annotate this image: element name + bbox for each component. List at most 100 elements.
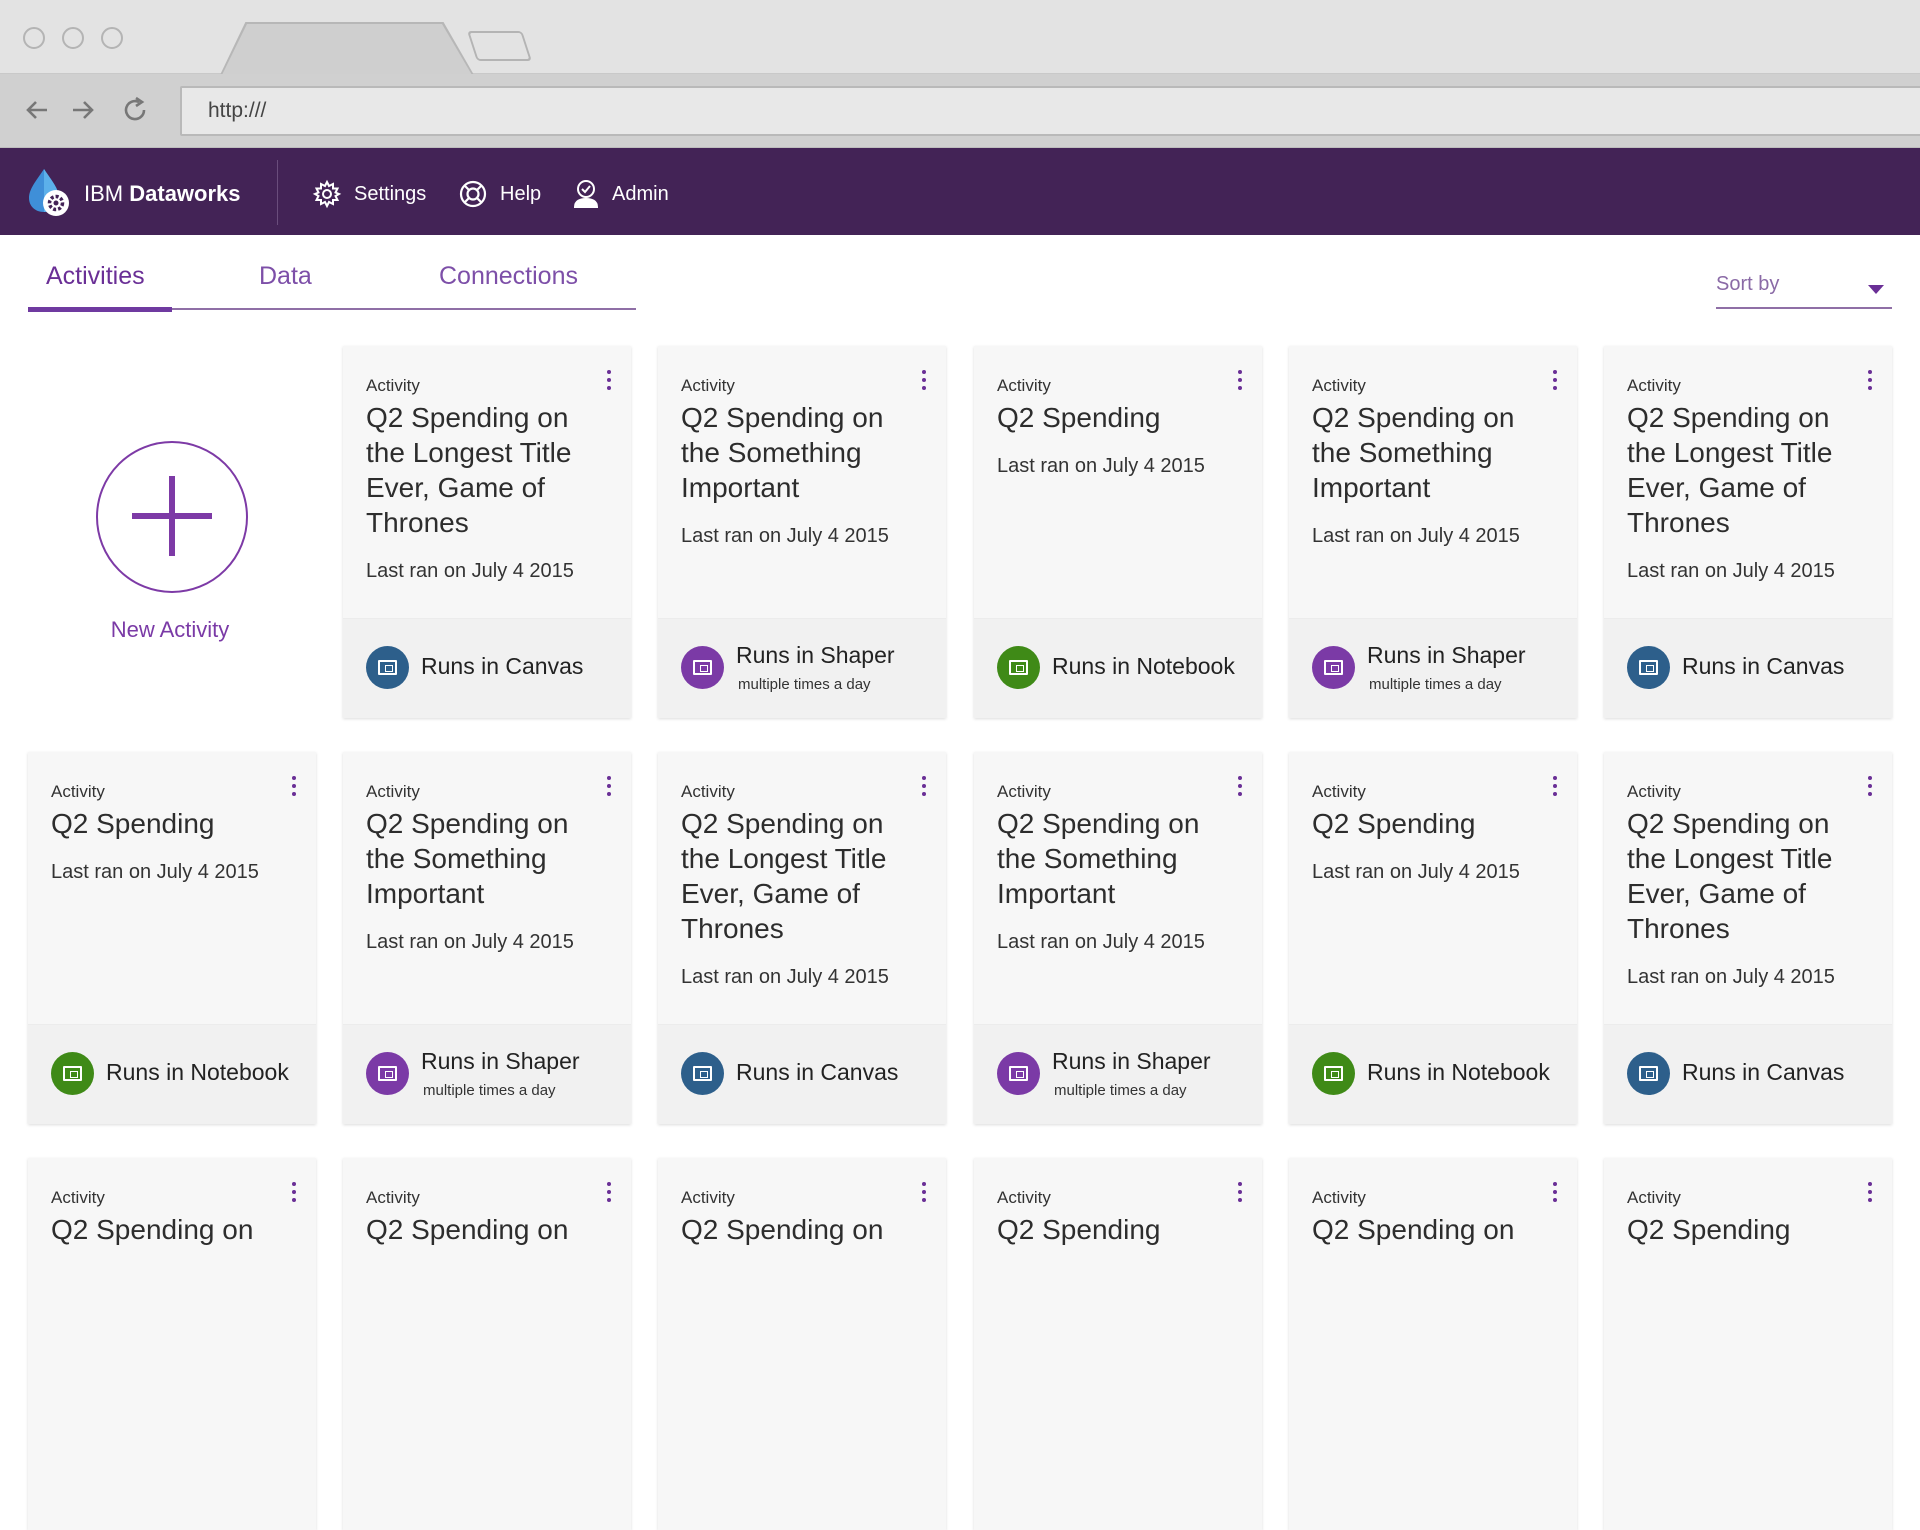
canvas-app-icon: [1627, 646, 1670, 689]
window-minimize-button[interactable]: [62, 27, 84, 49]
runs-in-label: Runs in Shaper: [1052, 1048, 1211, 1074]
card-title[interactable]: Q2 Spending: [997, 400, 1237, 435]
shaper-app-icon: [366, 1052, 409, 1095]
more-options-icon[interactable]: [920, 776, 928, 802]
activity-card[interactable]: Activity Q2 Spending Last ran on July 4 20…: [974, 346, 1262, 718]
card-title[interactable]: Q2 Spending on the Something Important: [681, 400, 921, 505]
shaper-app-icon: [681, 646, 724, 689]
card-title[interactable]: Q2 Spending: [1312, 806, 1552, 841]
more-options-icon[interactable]: [920, 370, 928, 396]
forward-arrow-icon[interactable]: [65, 92, 101, 128]
card-kicker: Activity: [366, 376, 420, 395]
card-footer: Runs in Canvas: [343, 618, 631, 718]
dataworks-logo-icon[interactable]: [26, 167, 74, 217]
runs-frequency: multiple times a day: [738, 676, 871, 693]
activity-card[interactable]: Activity Q2 Spending Last ran on July 4 20…: [28, 752, 316, 1124]
notebook-app-icon: [997, 646, 1040, 689]
more-options-icon[interactable]: [290, 776, 298, 802]
activity-card[interactable]: Activity Q2 Spending on the Longest Title…: [1604, 752, 1892, 1124]
more-options-icon[interactable]: [1551, 370, 1559, 396]
card-title[interactable]: Q2 Spending on: [366, 1212, 606, 1247]
more-options-icon[interactable]: [290, 1182, 298, 1208]
notebook-app-icon: [51, 1052, 94, 1095]
more-options-icon[interactable]: [1236, 776, 1244, 802]
activity-card[interactable]: Activity Q2 Spending on the Something Imp…: [1289, 346, 1577, 718]
card-kicker: Activity: [681, 782, 735, 801]
card-title[interactable]: Q2 Spending on the Longest Title Ever, G…: [1627, 400, 1867, 540]
runs-in-label: Runs in Canvas: [736, 1059, 899, 1085]
card-title[interactable]: Q2 Spending on: [1312, 1212, 1552, 1247]
more-options-icon[interactable]: [1866, 370, 1874, 396]
new-activity-label[interactable]: New Activity: [60, 617, 280, 643]
sort-by-dropdown[interactable]: Sort by: [1716, 273, 1892, 309]
settings-nav-item[interactable]: Settings: [312, 179, 426, 209]
gear-icon: [312, 179, 342, 209]
new-tab-button[interactable]: [467, 31, 532, 61]
lifebuoy-icon: [459, 180, 487, 208]
card-footer: Runs in Shaper multiple times a day: [658, 618, 946, 718]
card-title[interactable]: Q2 Spending on the Longest Title Ever, G…: [681, 806, 921, 946]
tab-connections[interactable]: Connections: [439, 262, 578, 308]
activity-card[interactable]: Activity Q2 Spending on the Something Imp…: [343, 752, 631, 1124]
more-options-icon[interactable]: [920, 1182, 928, 1208]
card-title[interactable]: Q2 Spending on the Something Important: [997, 806, 1237, 911]
runs-in-label: Runs in Shaper: [736, 642, 895, 668]
activity-card[interactable]: Activity Q2 Spending on: [28, 1158, 316, 1530]
more-options-icon[interactable]: [1551, 776, 1559, 802]
card-footer: Runs in Shaper multiple times a day: [343, 1024, 631, 1124]
activity-card[interactable]: Activity Q2 Spending: [974, 1158, 1262, 1530]
activity-card[interactable]: Activity Q2 Spending Last ran on July 4 20…: [1289, 752, 1577, 1124]
card-title[interactable]: Q2 Spending: [51, 806, 291, 841]
admin-user-icon: [573, 180, 599, 208]
card-title[interactable]: Q2 Spending on: [681, 1212, 921, 1247]
activity-card[interactable]: Activity Q2 Spending on: [343, 1158, 631, 1530]
tab-data[interactable]: Data: [259, 262, 312, 308]
more-options-icon[interactable]: [605, 370, 613, 396]
tab-activities[interactable]: Activities: [46, 262, 145, 308]
card-title[interactable]: Q2 Spending: [997, 1212, 1237, 1247]
card-title[interactable]: Q2 Spending on the Something Important: [366, 806, 606, 911]
runs-in-label: Runs in Notebook: [106, 1059, 289, 1085]
activity-card[interactable]: Activity Q2 Spending on the Something Imp…: [974, 752, 1262, 1124]
brand-name[interactable]: IBM Dataworks: [84, 181, 241, 207]
card-footer: Runs in Notebook: [28, 1024, 316, 1124]
active-tab-indicator: [28, 307, 172, 312]
card-kicker: Activity: [997, 782, 1051, 801]
card-kicker: Activity: [681, 1188, 735, 1207]
card-footer: Runs in Notebook: [974, 618, 1262, 718]
help-nav-item[interactable]: Help: [458, 179, 541, 209]
card-title[interactable]: Q2 Spending on the Something Important: [1312, 400, 1552, 505]
more-options-icon[interactable]: [1551, 1182, 1559, 1208]
activity-card[interactable]: Activity Q2 Spending on: [658, 1158, 946, 1530]
activity-card[interactable]: Activity Q2 Spending on: [1289, 1158, 1577, 1530]
activity-card[interactable]: Activity Q2 Spending on the Something Imp…: [658, 346, 946, 718]
card-title[interactable]: Q2 Spending on the Longest Title Ever, G…: [1627, 806, 1867, 946]
more-options-icon[interactable]: [1236, 370, 1244, 396]
activity-card[interactable]: Activity Q2 Spending: [1604, 1158, 1892, 1530]
window-close-button[interactable]: [23, 27, 45, 49]
card-title[interactable]: Q2 Spending on the Longest Title Ever, G…: [366, 400, 606, 540]
more-options-icon[interactable]: [1866, 1182, 1874, 1208]
back-arrow-icon[interactable]: [19, 92, 55, 128]
card-title[interactable]: Q2 Spending on: [51, 1212, 291, 1247]
card-kicker: Activity: [51, 782, 105, 801]
card-last-ran: Last ran on July 4 2015: [681, 966, 889, 988]
browser-tab[interactable]: [222, 24, 472, 75]
reload-icon[interactable]: [117, 92, 153, 128]
runs-in-label: Runs in Notebook: [1052, 653, 1235, 679]
admin-label: Admin: [612, 182, 669, 205]
activity-card[interactable]: Activity Q2 Spending on the Longest Title…: [343, 346, 631, 718]
more-options-icon[interactable]: [1236, 1182, 1244, 1208]
more-options-icon[interactable]: [605, 1182, 613, 1208]
card-last-ran: Last ran on July 4 2015: [366, 560, 574, 582]
more-options-icon[interactable]: [1866, 776, 1874, 802]
window-maximize-button[interactable]: [101, 27, 123, 49]
card-last-ran: Last ran on July 4 2015: [1627, 966, 1835, 988]
activity-card[interactable]: Activity Q2 Spending on the Longest Title…: [1604, 346, 1892, 718]
activity-card[interactable]: Activity Q2 Spending on the Longest Title…: [658, 752, 946, 1124]
card-title[interactable]: Q2 Spending: [1627, 1212, 1867, 1247]
admin-nav-item[interactable]: Admin: [572, 179, 669, 209]
more-options-icon[interactable]: [605, 776, 613, 802]
address-bar[interactable]: http:///: [180, 86, 1920, 136]
card-footer: Runs in Shaper multiple times a day: [974, 1024, 1262, 1124]
